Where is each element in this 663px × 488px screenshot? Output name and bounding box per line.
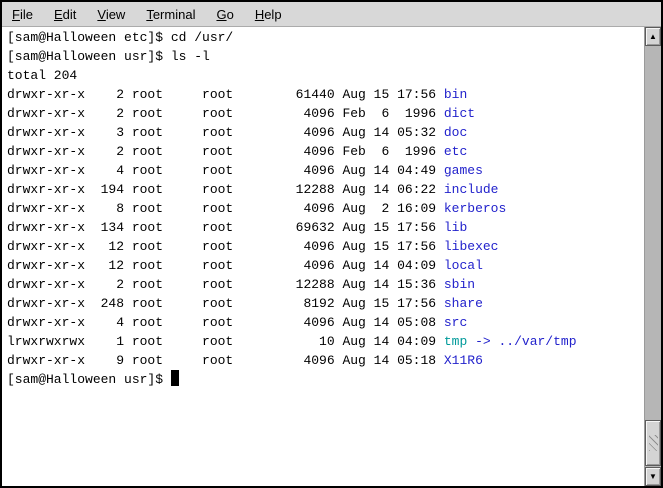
- window-body: [sam@Halloween etc]$ cd /usr/ [sam@Hallow…: [2, 27, 661, 486]
- menu-view-label: iew: [106, 7, 126, 22]
- terminal-line: lrwxrwxrwx 1 root root 10 Aug 14 04:09 t…: [7, 332, 644, 351]
- menu-edit-mnemonic: E: [54, 7, 63, 22]
- file-name: sbin: [444, 277, 475, 292]
- terminal-line: [sam@Halloween usr]$: [7, 370, 644, 389]
- terminal-line: total 204: [7, 66, 644, 85]
- text-segment: drwxr-xr-x 9 root root 4096 Aug 14 05:18: [7, 353, 444, 368]
- text-segment: [sam@Halloween usr]$ ls -l: [7, 49, 210, 64]
- menu-file-label: ile: [20, 7, 33, 22]
- file-name: -> ../var/tmp: [467, 334, 576, 349]
- menu-go-mnemonic: G: [216, 7, 226, 22]
- menu-edit-label: dit: [63, 7, 77, 22]
- text-segment: drwxr-xr-x 2 root root 4096 Feb 6 1996: [7, 144, 444, 159]
- menu-bar: File Edit View Terminal Go Help: [2, 2, 661, 27]
- file-name: games: [444, 163, 483, 178]
- text-segment: drwxr-xr-x 2 root root 12288 Aug 14 15:3…: [7, 277, 444, 292]
- scroll-up-button[interactable]: ▲: [645, 27, 661, 46]
- menu-file[interactable]: File: [3, 4, 42, 25]
- menu-terminal-label: erminal: [153, 7, 196, 22]
- text-segment: drwxr-xr-x 12 root root 4096 Aug 14 04:0…: [7, 258, 444, 273]
- terminal-line: drwxr-xr-x 2 root root 4096 Feb 6 1996 d…: [7, 104, 644, 123]
- file-name: kerberos: [444, 201, 506, 216]
- menu-go[interactable]: Go: [207, 4, 242, 25]
- terminal-line: drwxr-xr-x 3 root root 4096 Aug 14 05:32…: [7, 123, 644, 142]
- block-cursor: [171, 370, 179, 386]
- text-segment: drwxr-xr-x 2 root root 4096 Feb 6 1996: [7, 106, 444, 121]
- text-segment: drwxr-xr-x 248 root root 8192 Aug 15 17:…: [7, 296, 444, 311]
- terminal-line: drwxr-xr-x 12 root root 4096 Aug 14 04:0…: [7, 256, 644, 275]
- scroll-down-button[interactable]: ▼: [645, 467, 661, 486]
- menu-edit[interactable]: Edit: [45, 4, 85, 25]
- terminal-line: [sam@Halloween etc]$ cd /usr/: [7, 28, 644, 47]
- menu-file-mnemonic: F: [12, 7, 20, 22]
- file-name: dict: [444, 106, 475, 121]
- text-segment: total 204: [7, 68, 77, 83]
- file-name: lib: [444, 220, 467, 235]
- terminal-line: drwxr-xr-x 4 root root 4096 Aug 14 05:08…: [7, 313, 644, 332]
- terminal-line: drwxr-xr-x 134 root root 69632 Aug 15 17…: [7, 218, 644, 237]
- text-segment: [sam@Halloween etc]$ cd /usr/: [7, 30, 233, 45]
- scrollbar-track[interactable]: [645, 46, 661, 467]
- terminal-line: drwxr-xr-x 2 root root 4096 Feb 6 1996 e…: [7, 142, 644, 161]
- text-segment: drwxr-xr-x 4 root root 4096 Aug 14 04:49: [7, 163, 444, 178]
- up-arrow-icon: ▲: [649, 33, 657, 41]
- down-arrow-icon: ▼: [649, 473, 657, 481]
- terminal-line: drwxr-xr-x 248 root root 8192 Aug 15 17:…: [7, 294, 644, 313]
- scrollbar: ▲ ▼: [644, 27, 661, 486]
- text-segment: drwxr-xr-x 3 root root 4096 Aug 14 05:32: [7, 125, 444, 140]
- terminal-line: drwxr-xr-x 12 root root 4096 Aug 15 17:5…: [7, 237, 644, 256]
- text-segment: drwxr-xr-x 4 root root 4096 Aug 14 05:08: [7, 315, 444, 330]
- text-segment: drwxr-xr-x 8 root root 4096 Aug 2 16:09: [7, 201, 444, 216]
- terminal-line: drwxr-xr-x 9 root root 4096 Aug 14 05:18…: [7, 351, 644, 370]
- terminal-line: [sam@Halloween usr]$ ls -l: [7, 47, 644, 66]
- file-name: bin: [444, 87, 467, 102]
- terminal-line: drwxr-xr-x 8 root root 4096 Aug 2 16:09 …: [7, 199, 644, 218]
- file-name: tmp: [444, 334, 467, 349]
- terminal-line: drwxr-xr-x 2 root root 61440 Aug 15 17:5…: [7, 85, 644, 104]
- menu-view-mnemonic: V: [97, 7, 105, 22]
- file-name: X11R6: [444, 353, 483, 368]
- menu-help[interactable]: Help: [246, 4, 291, 25]
- scrollbar-thumb[interactable]: [645, 420, 661, 466]
- file-name: local: [444, 258, 483, 273]
- menu-terminal[interactable]: Terminal: [137, 4, 204, 25]
- text-segment: drwxr-xr-x 134 root root 69632 Aug 15 17…: [7, 220, 444, 235]
- file-name: src: [444, 315, 467, 330]
- text-segment: drwxr-xr-x 194 root root 12288 Aug 14 06…: [7, 182, 444, 197]
- menu-help-label: elp: [264, 7, 281, 22]
- file-name: libexec: [444, 239, 499, 254]
- text-segment: [sam@Halloween usr]$: [7, 372, 171, 387]
- terminal-output[interactable]: [sam@Halloween etc]$ cd /usr/ [sam@Hallow…: [2, 27, 644, 486]
- terminal-line: drwxr-xr-x 194 root root 12288 Aug 14 06…: [7, 180, 644, 199]
- terminal-line: drwxr-xr-x 2 root root 12288 Aug 14 15:3…: [7, 275, 644, 294]
- text-segment: drwxr-xr-x 12 root root 4096 Aug 15 17:5…: [7, 239, 444, 254]
- thumb-grip-icon: [649, 435, 658, 451]
- terminal-line: drwxr-xr-x 4 root root 4096 Aug 14 04:49…: [7, 161, 644, 180]
- file-name: include: [444, 182, 499, 197]
- text-segment: lrwxrwxrwx 1 root root 10 Aug 14 04:09: [7, 334, 444, 349]
- menu-view[interactable]: View: [88, 4, 134, 25]
- file-name: share: [444, 296, 483, 311]
- menu-help-mnemonic: H: [255, 7, 264, 22]
- file-name: etc: [444, 144, 467, 159]
- terminal-window: File Edit View Terminal Go Help [sam@Hal…: [0, 0, 663, 488]
- menu-go-label: o: [227, 7, 234, 22]
- text-segment: drwxr-xr-x 2 root root 61440 Aug 15 17:5…: [7, 87, 444, 102]
- file-name: doc: [444, 125, 467, 140]
